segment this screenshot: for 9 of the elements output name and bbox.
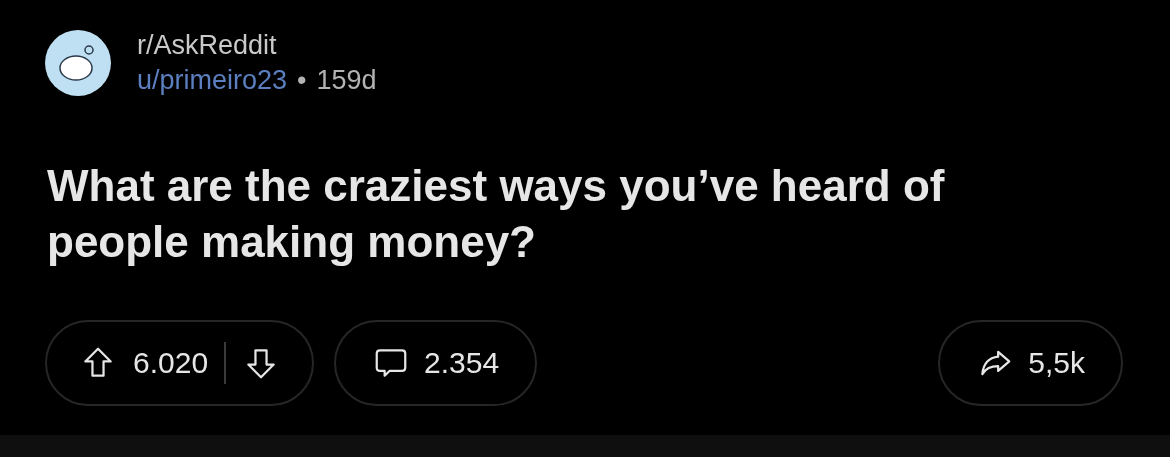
post-age: 159d bbox=[316, 65, 377, 96]
subreddit-name[interactable]: r/AskReddit bbox=[137, 30, 377, 61]
comments-button[interactable]: 2.354 bbox=[334, 320, 538, 406]
post-title: What are the craziest ways you’ve heard of people making money? bbox=[47, 160, 946, 268]
avatar-icon bbox=[45, 30, 111, 96]
share-button[interactable]: 5,5k bbox=[938, 320, 1123, 406]
author-link[interactable]: u/primeiro23 bbox=[137, 65, 288, 96]
separator-dot: • bbox=[297, 65, 307, 96]
vote-score: 6.020 bbox=[133, 346, 209, 380]
